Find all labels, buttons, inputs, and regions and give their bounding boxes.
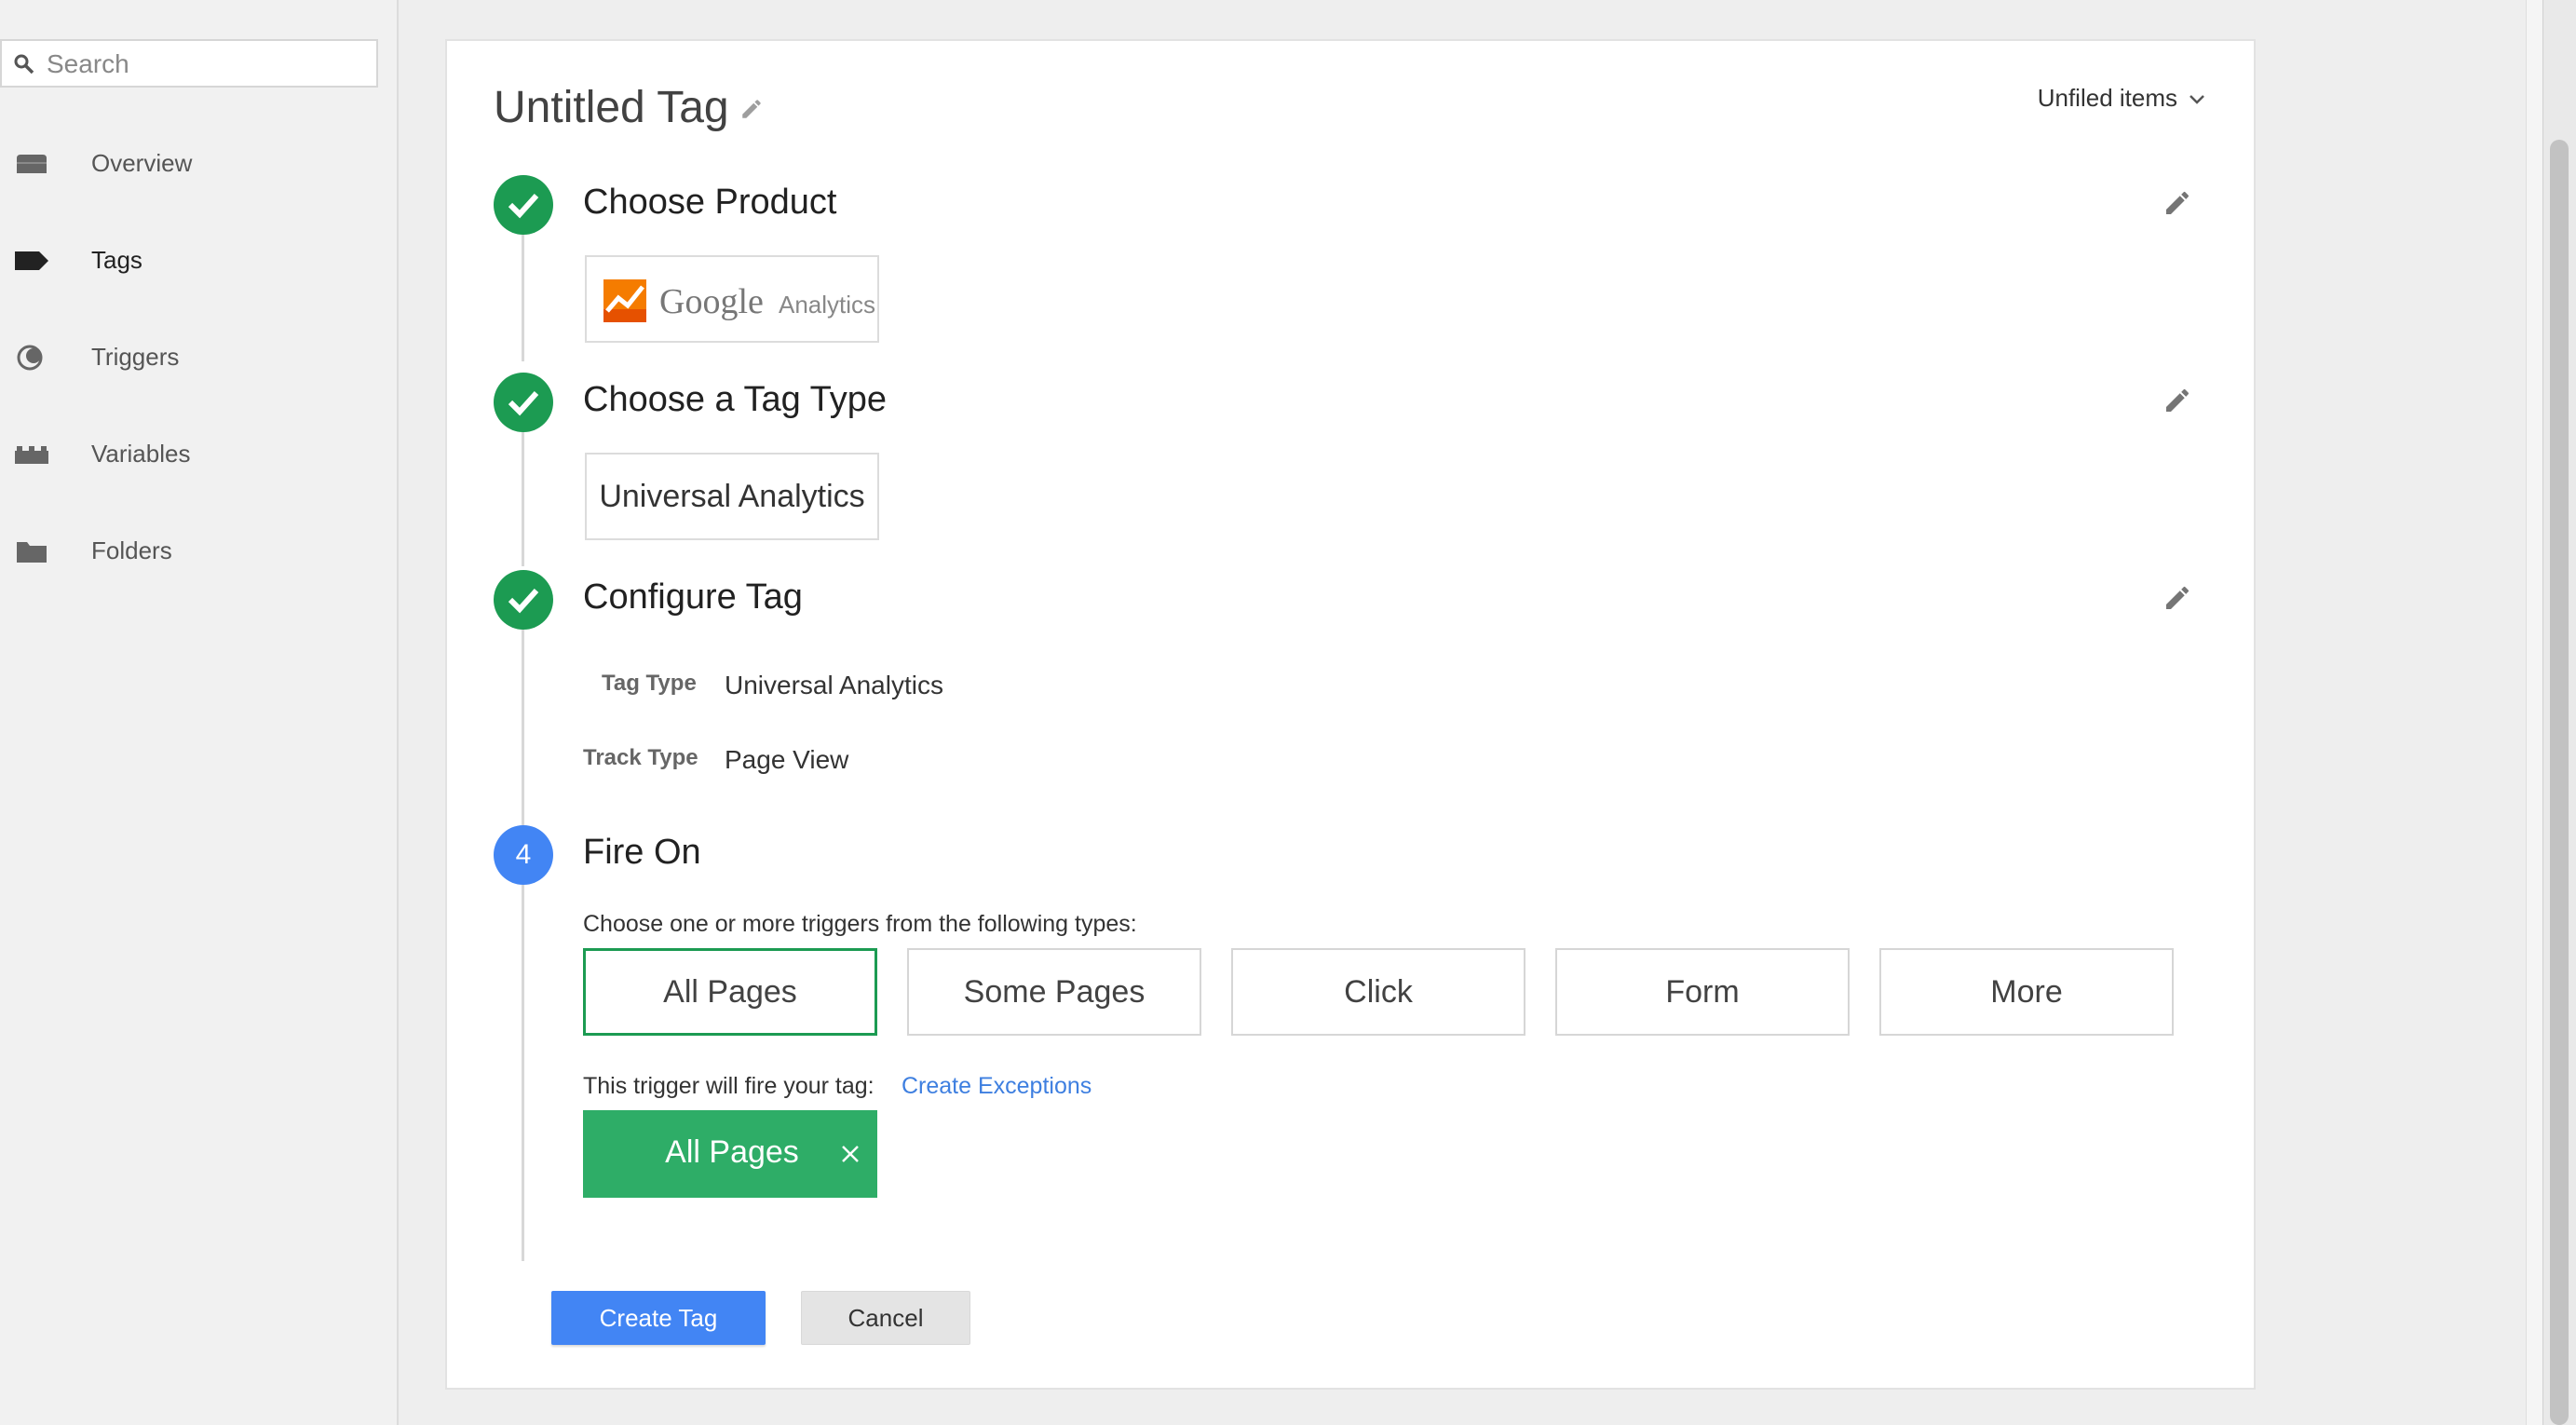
step-title-fire-on: Fire On <box>583 833 701 872</box>
step-connector <box>522 628 524 825</box>
sidebar-item-tags[interactable]: Tags <box>0 224 395 298</box>
chevron-down-icon <box>2190 95 2204 104</box>
page-title[interactable]: Untitled Tag <box>494 82 729 133</box>
rename-pencil-icon[interactable] <box>739 97 764 121</box>
sidebar-item-label: Tags <box>91 246 142 274</box>
sidebar-item-label: Overview <box>91 149 193 177</box>
close-icon[interactable] <box>840 1144 861 1164</box>
selected-trigger-label: All Pages <box>665 1134 799 1170</box>
fire-trigger-text: This trigger will fire your tag: <box>583 1073 874 1099</box>
trigger-instruction: Choose one or more triggers from the fol… <box>583 911 1137 937</box>
blocks-icon <box>15 446 48 464</box>
search-icon <box>14 54 34 75</box>
sidebar-item-label: Variables <box>91 440 191 468</box>
scrollbar-thumb[interactable] <box>2550 140 2569 1425</box>
selected-trigger-chip[interactable]: All Pages <box>583 1110 877 1198</box>
check-icon <box>508 390 539 416</box>
folder-select[interactable]: Unfiled items <box>2038 84 2205 113</box>
folder-select-label: Unfiled items <box>2037 84 2177 112</box>
field-label-track-type: Track Type <box>583 745 698 770</box>
sidebar-item-triggers[interactable]: Triggers <box>0 320 395 395</box>
window-edge <box>2526 0 2543 1425</box>
logo-word-analytics: Analytics <box>779 291 876 319</box>
trigger-type-all-pages[interactable]: All Pages <box>583 948 877 1036</box>
step-title-configure-tag: Configure Tag <box>583 577 803 617</box>
check-icon <box>508 588 539 614</box>
sidebar-item-variables[interactable]: Variables <box>0 417 395 492</box>
trigger-type-form[interactable]: Form <box>1555 948 1850 1036</box>
edit-pencil-icon[interactable] <box>2162 583 2192 613</box>
trigger-icon <box>17 345 43 371</box>
search-box[interactable] <box>0 39 378 88</box>
step-number-badge: 4 <box>494 825 553 885</box>
trigger-type-click[interactable]: Click <box>1231 948 1525 1036</box>
product-chip-google-analytics[interactable]: Google Analytics <box>585 255 879 343</box>
tag-icon <box>15 251 48 270</box>
briefcase-icon <box>17 155 47 173</box>
sidebar-item-label: Triggers <box>91 343 180 371</box>
create-exceptions-link[interactable]: Create Exceptions <box>902 1073 1091 1100</box>
step-connector <box>522 430 524 566</box>
step-complete-badge <box>494 570 553 630</box>
sidebar-item-folders[interactable]: Folders <box>0 514 395 589</box>
folder-icon <box>17 542 47 563</box>
google-analytics-logo <box>603 279 646 322</box>
step-complete-badge <box>494 373 553 432</box>
sidebar-item-overview[interactable]: Overview <box>0 127 395 201</box>
trigger-type-more[interactable]: More <box>1879 948 2174 1036</box>
step-connector <box>522 233 524 361</box>
sidebar: Overview Tags Triggers Variables Folders <box>0 0 399 1425</box>
field-value-track-type: Page View <box>725 745 849 774</box>
tag-type-chip[interactable]: Universal Analytics <box>585 453 879 540</box>
step-connector <box>522 885 524 1261</box>
sidebar-item-label: Folders <box>91 536 172 564</box>
step-complete-badge <box>494 175 553 235</box>
step-title-choose-product: Choose Product <box>583 183 837 222</box>
step-title-choose-tag-type: Choose a Tag Type <box>583 380 888 419</box>
create-tag-button[interactable]: Create Tag <box>551 1291 766 1345</box>
trigger-type-some-pages[interactable]: Some Pages <box>907 948 1201 1036</box>
tag-type-chip-label: Universal Analytics <box>599 479 865 514</box>
field-label-tag-type: Tag Type <box>602 671 697 696</box>
search-input[interactable] <box>45 47 365 82</box>
cancel-button[interactable]: Cancel <box>801 1291 970 1345</box>
field-value-tag-type: Universal Analytics <box>725 671 943 699</box>
edit-pencil-icon[interactable] <box>2162 386 2192 415</box>
check-icon <box>508 193 539 219</box>
logo-word-google: Google <box>659 282 764 321</box>
edit-pencil-icon[interactable] <box>2162 188 2192 218</box>
